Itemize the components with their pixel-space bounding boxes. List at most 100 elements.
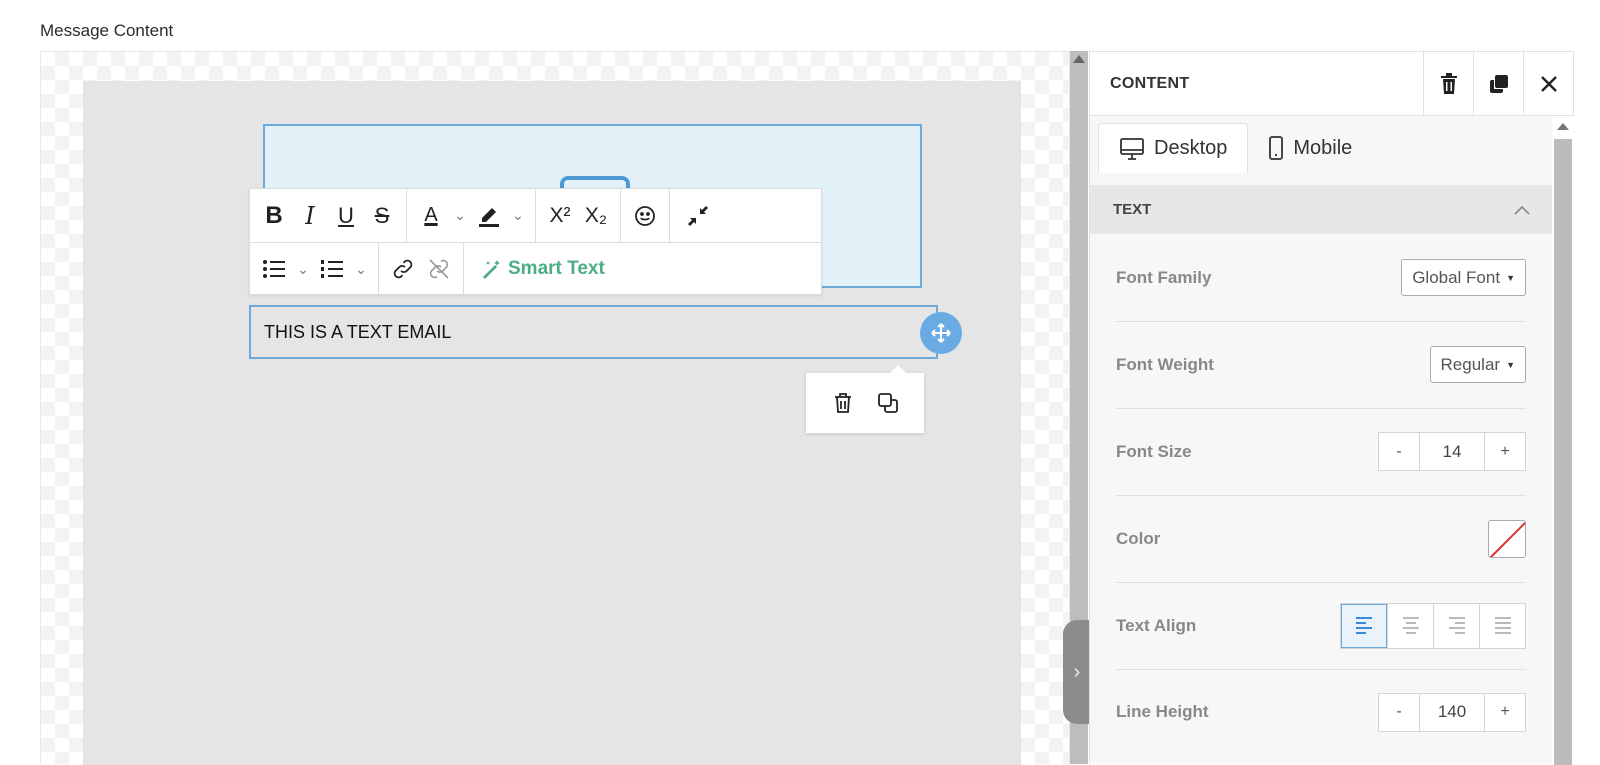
toolbar-group-style: B I U S — [250, 189, 407, 242]
caret-down-icon: ▼ — [1506, 359, 1515, 370]
panel-scrollbar[interactable] — [1552, 116, 1574, 765]
text-align-label: Text Align — [1116, 615, 1197, 635]
align-right-button[interactable] — [1433, 603, 1479, 648]
font-size-label: Font Size — [1116, 441, 1192, 461]
smart-text-label: Smart Text — [508, 258, 605, 279]
device-tabs: Desktop Mobile — [1098, 123, 1372, 173]
duplicate-block-button[interactable] — [873, 388, 903, 418]
bullet-list-chevron-down-icon[interactable]: ⌄ — [292, 249, 314, 289]
panel-close-button[interactable] — [1523, 52, 1573, 115]
align-left-button[interactable] — [1341, 603, 1387, 648]
line-height-stepper: - 140 + — [1378, 692, 1526, 732]
canvas-scroll-up-icon[interactable] — [1073, 55, 1085, 63]
delete-block-button[interactable] — [828, 388, 858, 418]
font-family-row: Font Family Global Font ▼ — [1116, 234, 1526, 322]
font-weight-dropdown[interactable]: Regular ▼ — [1429, 346, 1526, 383]
insert-link-button[interactable] — [385, 249, 421, 289]
caret-down-icon: ▼ — [1506, 272, 1515, 283]
trash-icon — [1440, 72, 1457, 94]
font-size-row: Font Size - 14 + — [1116, 408, 1526, 496]
highlight-chevron-down-icon[interactable]: ⌄ — [507, 196, 529, 236]
smart-text-button[interactable]: Smart Text — [470, 258, 615, 280]
highlight-color-button[interactable] — [471, 196, 507, 236]
rich-text-toolbar: B I U S A ⌄ ⌄ X² X₂ ⌄ ⌄ Smart Text — [249, 188, 822, 295]
line-height-input[interactable]: 140 — [1419, 693, 1485, 731]
move-handle-icon[interactable] — [920, 312, 962, 354]
font-weight-label: Font Weight — [1116, 354, 1214, 374]
align-right-icon — [1448, 617, 1465, 634]
font-size-decrement-button[interactable]: - — [1379, 433, 1419, 470]
toolbar-row-formatting: B I U S A ⌄ ⌄ X² X₂ — [250, 189, 821, 242]
align-center-button[interactable] — [1387, 603, 1433, 648]
panel-header: CONTENT — [1090, 52, 1573, 116]
font-weight-row: Font Weight Regular ▼ — [1116, 321, 1526, 409]
content-properties-panel: CONTENT Desktop Mobile TEXT Font Family … — [1089, 51, 1574, 765]
toolbar-row-lists: ⌄ ⌄ Smart Text — [250, 242, 821, 295]
align-center-icon — [1402, 617, 1419, 634]
font-family-dropdown[interactable]: Global Font ▼ — [1401, 259, 1526, 296]
color-row: Color — [1116, 495, 1526, 583]
line-height-row: Line Height - 140 + — [1116, 668, 1526, 756]
font-size-stepper: - 14 + — [1378, 432, 1526, 471]
panel-scroll-up-icon[interactable] — [1557, 123, 1569, 130]
toolbar-group-links — [379, 243, 464, 295]
tab-desktop-label: Desktop — [1154, 137, 1228, 159]
toolbar-group-color: A ⌄ ⌄ — [407, 189, 536, 242]
chevron-up-icon — [1514, 205, 1530, 215]
collapse-toolbar-button[interactable] — [676, 196, 720, 236]
numbered-list-chevron-down-icon[interactable]: ⌄ — [350, 249, 372, 289]
toolbar-group-lists: ⌄ ⌄ — [250, 243, 379, 295]
strikethrough-button[interactable]: S — [364, 196, 400, 236]
unlink-icon — [429, 259, 449, 279]
tab-mobile[interactable]: Mobile — [1248, 123, 1372, 173]
panel-scroll-thumb[interactable] — [1554, 139, 1572, 765]
email-canvas: THIS IS A TEXT EMAIL B I U S A ⌄ ⌄ X² X₂… — [40, 51, 1070, 765]
panel-duplicate-button[interactable] — [1473, 52, 1523, 115]
compress-icon — [688, 205, 708, 226]
font-color-chevron-down-icon[interactable]: ⌄ — [449, 196, 471, 236]
align-justify-button[interactable] — [1479, 603, 1525, 648]
toolbar-group-emoji — [621, 189, 670, 242]
align-justify-icon — [1494, 617, 1511, 634]
font-size-increment-button[interactable]: + — [1485, 433, 1525, 470]
emoji-button[interactable] — [627, 196, 663, 236]
text-section-header[interactable]: TEXT — [1090, 185, 1552, 234]
color-picker-swatch[interactable] — [1488, 519, 1526, 558]
remove-link-button[interactable] — [421, 249, 457, 289]
font-family-label: Font Family — [1116, 267, 1212, 287]
desktop-icon — [1120, 137, 1144, 160]
panel-delete-button[interactable] — [1423, 52, 1473, 115]
align-left-icon — [1356, 617, 1372, 634]
font-weight-value: Regular — [1440, 354, 1501, 374]
italic-button[interactable]: I — [292, 196, 328, 236]
block-actions-popover — [806, 365, 924, 433]
highlighter-icon — [479, 207, 499, 227]
tab-desktop[interactable]: Desktop — [1098, 123, 1249, 173]
font-size-input[interactable]: 14 — [1419, 433, 1485, 470]
bullet-list-icon — [263, 260, 285, 278]
toolbar-group-smart-text: Smart Text — [464, 243, 621, 295]
bold-button[interactable]: B — [256, 196, 292, 236]
numbered-list-button[interactable] — [314, 249, 350, 289]
duplicate-icon — [877, 393, 898, 413]
subscript-button[interactable]: X₂ — [578, 196, 614, 236]
text-align-row: Text Align — [1116, 582, 1526, 670]
underline-button[interactable]: U — [328, 196, 364, 236]
text-section-title: TEXT — [1113, 201, 1152, 218]
numbered-list-icon — [321, 260, 343, 278]
text-block[interactable]: THIS IS A TEXT EMAIL — [249, 305, 938, 359]
line-height-decrement-button[interactable]: - — [1379, 694, 1419, 731]
smiley-icon — [635, 205, 655, 226]
magic-wand-icon — [483, 260, 500, 279]
collapse-panel-chevron-right-icon[interactable]: › — [1063, 620, 1091, 724]
tab-mobile-label: Mobile — [1293, 136, 1353, 159]
email-body[interactable]: THIS IS A TEXT EMAIL B I U S A ⌄ ⌄ X² X₂… — [83, 81, 1021, 765]
mobile-icon — [1269, 136, 1284, 160]
toolbar-group-script: X² X₂ — [536, 189, 621, 242]
font-color-button[interactable]: A — [413, 196, 449, 236]
line-height-increment-button[interactable]: + — [1485, 694, 1525, 731]
text-align-buttons — [1340, 602, 1526, 649]
bullet-list-button[interactable] — [256, 249, 292, 289]
superscript-button[interactable]: X² — [542, 196, 578, 236]
toolbar-group-collapse — [670, 189, 726, 242]
